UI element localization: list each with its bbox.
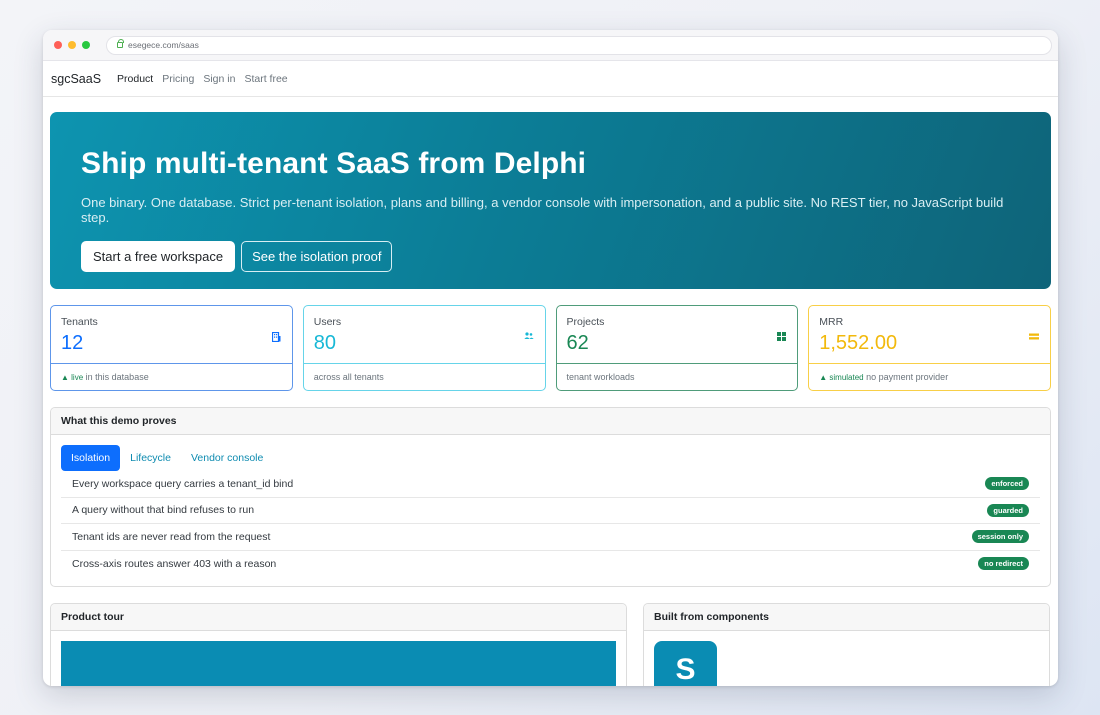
people-icon: [523, 332, 534, 343]
stat-value: 12: [61, 332, 84, 354]
card-title: What this demo proves: [51, 408, 1050, 435]
demo-proves-card: What this demo proves Isolation Lifecycl…: [50, 407, 1051, 587]
product-tour-card: Product tour: [50, 603, 627, 686]
tab-isolation[interactable]: Isolation: [61, 445, 121, 471]
stat-value: 62: [566, 332, 589, 354]
address-bar[interactable]: esegece.com/saas: [106, 35, 1052, 55]
nav-link-pricing[interactable]: Pricing: [162, 73, 194, 85]
stat-foot-text: tenant workloads: [566, 372, 635, 382]
tab-lifecycle[interactable]: Lifecycle: [120, 445, 181, 471]
status-badge: guarded: [987, 503, 1029, 517]
list-item: Cross-axis routes answer 403 with a reas…: [61, 551, 1040, 578]
top-navbar: sgcSaaS Product Pricing Sign in Start fr…: [43, 61, 1058, 97]
status-badge: enforced: [985, 477, 1029, 491]
page-content: Ship multi-tenant SaaS from Delphi One b…: [43, 97, 1058, 686]
stat-card-users: Users 80 across all tenants: [302, 305, 546, 391]
minimize-window-button[interactable]: [68, 41, 76, 49]
close-window-button[interactable]: [54, 41, 62, 49]
product-tour-video[interactable]: [61, 641, 616, 686]
bottom-cards-row: Product tour Built from components S: [50, 603, 1051, 686]
stat-label: Projects: [566, 316, 605, 328]
stat-label: MRR: [819, 316, 844, 328]
card-title: Built from components: [644, 604, 1049, 631]
stat-footnote: across all tenants: [304, 364, 545, 382]
hero-subtitle: One binary. One database. Strict per-ten…: [81, 195, 1004, 225]
hero-banner: Ship multi-tenant SaaS from Delphi One b…: [50, 112, 1051, 289]
stat-trend: ▲ live: [61, 373, 84, 382]
browser-chrome: esegece.com/saas: [43, 30, 1058, 61]
stat-label: Tenants: [61, 316, 98, 328]
list-item: Every workspace query carries a tenant_i…: [61, 471, 1040, 498]
lock-icon: [117, 39, 124, 48]
list-item: Tenant ids are never read from the reque…: [61, 524, 1040, 551]
stat-foot-text: in this database: [83, 372, 149, 382]
building-icon: [271, 331, 281, 345]
isolation-proof-button[interactable]: See the isolation proof: [241, 241, 393, 272]
stats-row: Tenants 12 ▲ live in this database Users…: [50, 305, 1051, 391]
stat-foot-text: across all tenants: [313, 372, 384, 382]
proof-list: Every workspace query carries a tenant_i…: [51, 471, 1050, 577]
address-text: esegece.com/saas: [128, 40, 199, 50]
stat-footnote: tenant workloads: [557, 364, 798, 382]
stat-label: Users: [313, 316, 342, 328]
grid-icon: [777, 332, 787, 344]
list-item-text: Cross-axis routes answer 403 with a reas…: [72, 557, 277, 570]
browser-window: esegece.com/saas sgcSaaS Product Pricing…: [43, 30, 1058, 686]
brand-logo[interactable]: sgcSaaS: [51, 72, 101, 86]
cash-icon: [1029, 332, 1039, 343]
maximize-window-button[interactable]: [82, 41, 90, 49]
list-item-text: Every workspace query carries a tenant_i…: [72, 477, 294, 490]
stat-foot-text: no payment provider: [863, 372, 949, 382]
proves-tabs: Isolation Lifecycle Vendor console: [51, 435, 1050, 471]
tab-vendor-console[interactable]: Vendor console: [181, 445, 273, 471]
list-item: A query without that bind refuses to run…: [61, 498, 1040, 524]
component-logo-tile[interactable]: S: [654, 641, 717, 686]
list-item-text: Tenant ids are never read from the reque…: [72, 530, 271, 543]
stat-value: 1,552.00: [819, 332, 898, 354]
stat-trend: ▲ simulated: [819, 373, 864, 382]
stat-card-tenants: Tenants 12 ▲ live in this database: [50, 305, 293, 391]
hero-actions: Start a free workspace See the isolation…: [81, 241, 1020, 272]
built-from-components-card: Built from components S: [643, 603, 1050, 686]
nav-link-product[interactable]: Product: [117, 73, 153, 85]
start-free-workspace-button[interactable]: Start a free workspace: [81, 241, 236, 272]
nav-link-sign-in[interactable]: Sign in: [203, 73, 235, 85]
stat-card-mrr: MRR 1,552.00 ▲ simulated no payment prov…: [808, 305, 1051, 391]
hero-title: Ship multi-tenant SaaS from Delphi: [81, 147, 587, 180]
stat-card-projects: Projects 62 tenant workloads: [555, 305, 799, 391]
status-badge: session only: [971, 530, 1029, 544]
nav-link-start-free[interactable]: Start free: [244, 73, 287, 85]
stat-footnote: ▲ live in this database: [51, 364, 292, 382]
list-item-text: A query without that bind refuses to run: [72, 504, 255, 517]
stat-value: 80: [313, 332, 336, 354]
status-badge: no redirect: [978, 557, 1029, 571]
stat-footnote: ▲ simulated no payment provider: [809, 364, 1050, 382]
card-title: Product tour: [51, 604, 626, 631]
